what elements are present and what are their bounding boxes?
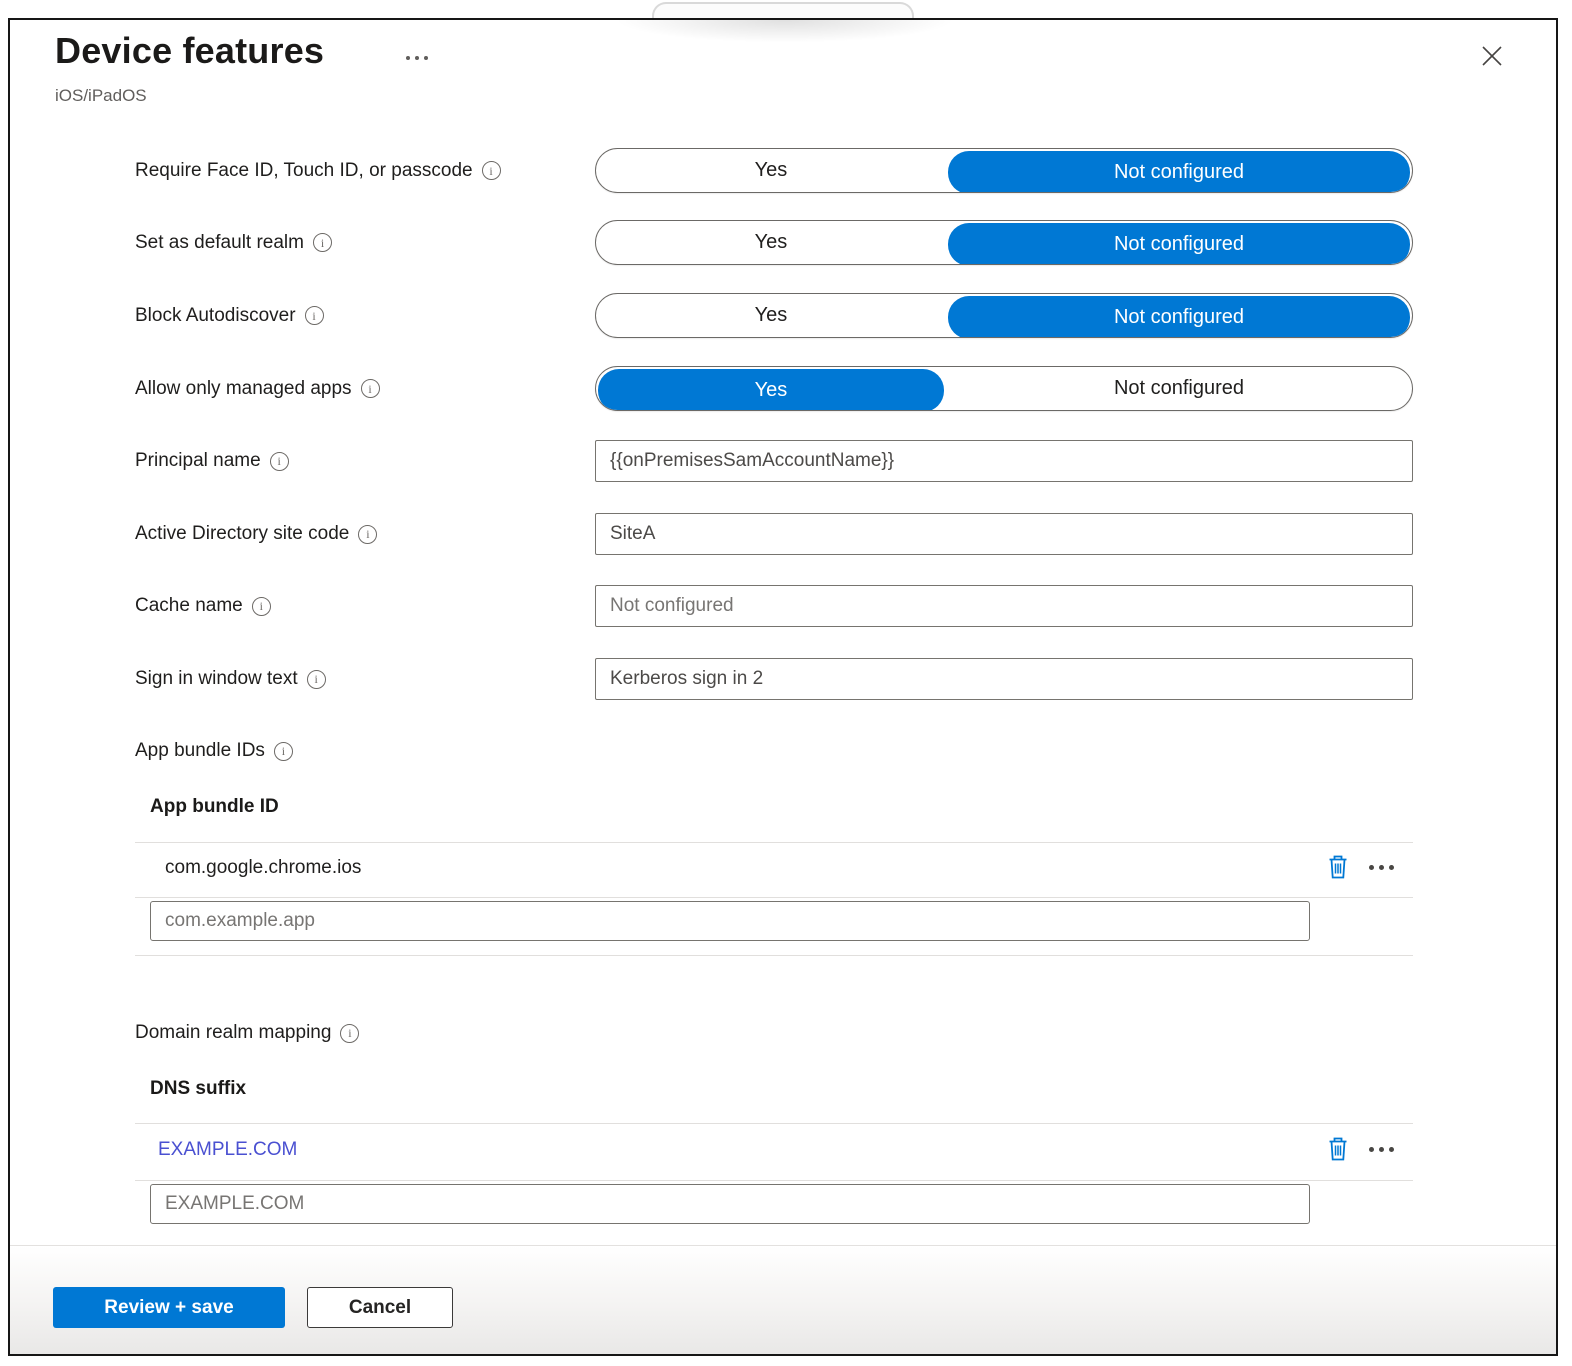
dns-suffix-row-actions	[1325, 1134, 1396, 1164]
block-autodiscover-toggle[interactable]: Yes Not configured	[595, 293, 1413, 338]
setting-label-text: Allow only managed apps	[135, 377, 352, 399]
info-icon[interactable]	[481, 161, 501, 180]
info-icon[interactable]	[273, 741, 293, 761]
managed-apps-toggle[interactable]: Yes Not configured	[595, 366, 1413, 411]
dns-suffix-column-header: DNS suffix	[150, 1078, 247, 1099]
delete-button[interactable]	[1325, 852, 1351, 882]
toggle-option-yes[interactable]: Yes	[596, 221, 946, 264]
setting-label: Cache name	[135, 595, 271, 617]
toggle-option-yes[interactable]: Yes	[596, 294, 946, 337]
info-icon[interactable]	[306, 669, 326, 689]
divider	[135, 897, 1413, 898]
toggle-option-not-configured[interactable]: Not configured	[946, 367, 1412, 410]
app-bundle-column-header: App bundle ID	[150, 796, 279, 817]
background-notch	[652, 2, 914, 19]
section-label-text: App bundle IDs	[135, 740, 265, 761]
divider	[135, 1180, 1413, 1181]
close-icon	[1482, 46, 1502, 66]
page-subtitle: iOS/iPadOS	[55, 86, 147, 105]
setting-row-default-realm: Set as default realm Yes Not configured	[135, 220, 1413, 265]
setting-label-text: Cache name	[135, 595, 243, 616]
toggle-option-yes[interactable]: Yes	[596, 149, 946, 192]
app-bundle-row-value: com.google.chrome.ios	[165, 857, 362, 878]
trash-icon	[1329, 1137, 1347, 1161]
setting-label: Sign in window text	[135, 668, 326, 690]
dns-suffix-row-link[interactable]: EXAMPLE.COM	[158, 1139, 297, 1161]
info-icon[interactable]	[312, 233, 332, 252]
setting-row-ad-site-code: Active Directory site code	[135, 513, 1413, 555]
setting-row-signin-text: Sign in window text	[135, 658, 1413, 700]
setting-label-text: Block Autodiscover	[135, 304, 296, 326]
trash-icon	[1329, 855, 1347, 879]
row-context-menu-icon[interactable]	[1367, 859, 1396, 876]
notch-shadow	[560, 20, 1010, 50]
page-title: Device features	[55, 30, 325, 71]
cache-name-input[interactable]	[595, 585, 1413, 627]
signin-window-text-input[interactable]	[595, 658, 1413, 700]
info-icon[interactable]	[358, 524, 378, 544]
setting-row-cache-name: Cache name	[135, 585, 1413, 627]
divider	[135, 955, 1413, 956]
app-bundle-section-label: App bundle IDs	[135, 740, 293, 762]
toggle-option-not-configured[interactable]: Not configured	[948, 296, 1410, 337]
default-realm-toggle[interactable]: Yes Not configured	[595, 220, 1413, 265]
review-save-button[interactable]: Review + save	[53, 1287, 285, 1328]
setting-label-text: Set as default realm	[135, 231, 304, 253]
setting-label-text: Require Face ID, Touch ID, or passcode	[135, 159, 473, 181]
toggle-option-not-configured[interactable]: Not configured	[948, 223, 1410, 264]
setting-label: Allow only managed apps	[135, 378, 380, 400]
delete-button[interactable]	[1325, 1134, 1351, 1164]
setting-label-text: Active Directory site code	[135, 523, 350, 544]
setting-label-text: Sign in window text	[135, 668, 298, 689]
setting-label: Require Face ID, Touch ID, or passcode	[135, 160, 501, 182]
principal-name-input[interactable]	[595, 440, 1413, 482]
setting-label: Active Directory site code	[135, 523, 378, 545]
more-options-icon[interactable]	[406, 46, 446, 70]
setting-label: Set as default realm	[135, 232, 332, 254]
faceid-toggle[interactable]: Yes Not configured	[595, 148, 1413, 193]
info-icon[interactable]	[251, 596, 271, 616]
setting-row-faceid: Require Face ID, Touch ID, or passcode Y…	[135, 148, 1413, 193]
divider	[135, 842, 1413, 843]
app-bundle-new-input[interactable]	[150, 901, 1310, 941]
domain-realm-section-label: Domain realm mapping	[135, 1022, 360, 1044]
info-icon[interactable]	[269, 451, 289, 471]
info-icon[interactable]	[340, 1023, 360, 1043]
setting-label: Block Autodiscover	[135, 305, 324, 327]
close-button[interactable]	[1474, 38, 1510, 74]
setting-row-principal-name: Principal name	[135, 440, 1413, 482]
divider	[135, 1123, 1413, 1124]
toggle-option-yes[interactable]: Yes	[598, 369, 944, 410]
setting-label: Principal name	[135, 450, 289, 472]
setting-row-block-autodiscover: Block Autodiscover Yes Not configured	[135, 293, 1413, 338]
section-label-text: Domain realm mapping	[135, 1022, 332, 1043]
toggle-option-not-configured[interactable]: Not configured	[948, 151, 1410, 192]
info-icon[interactable]	[304, 306, 324, 325]
row-context-menu-icon[interactable]	[1367, 1141, 1396, 1158]
app-bundle-row-actions	[1325, 852, 1396, 882]
setting-label-text: Principal name	[135, 450, 261, 471]
dns-suffix-new-input[interactable]	[150, 1184, 1310, 1224]
setting-row-managed-apps: Allow only managed apps Yes Not configur…	[135, 366, 1413, 411]
info-icon[interactable]	[360, 379, 380, 398]
cancel-button[interactable]: Cancel	[307, 1287, 453, 1328]
ad-site-code-input[interactable]	[595, 513, 1413, 555]
